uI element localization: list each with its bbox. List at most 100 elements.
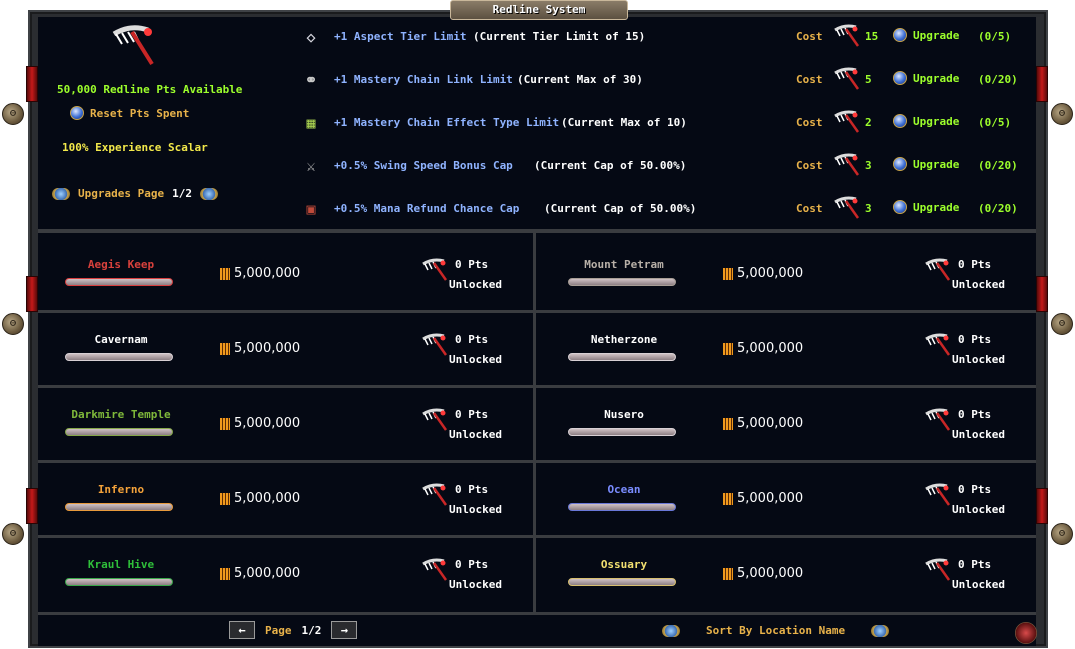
upgrade-row: ◇ +1 Aspect Tier Limit (Current Tier Limit… <box>300 24 1030 48</box>
cost-label: Cost <box>796 73 823 86</box>
location-card[interactable]: Nusero 5,000,000 0 Pts Unlocked <box>541 386 1035 460</box>
upgrade-cost: 2 <box>865 116 872 129</box>
location-gold: 5,000,000 <box>234 566 301 581</box>
upgrade-current: (Current Max of 30) <box>517 73 643 86</box>
location-points: 0 Pts <box>455 483 489 496</box>
next-page-button[interactable]: → <box>331 621 358 639</box>
divider-footer <box>38 612 1036 615</box>
location-gold: 5,000,000 <box>234 341 301 356</box>
location-card[interactable]: Netherzone 5,000,000 0 Pts Unlocked <box>541 311 1035 385</box>
location-gold: 5,000,000 <box>234 416 301 431</box>
location-gold: 5,000,000 <box>737 491 804 506</box>
upgrade-title: +1 Aspect Tier Limit <box>334 30 467 43</box>
location-status: Unlocked <box>449 353 502 366</box>
location-card[interactable]: Ossuary 5,000,000 0 Pts Unlocked <box>541 536 1035 610</box>
right-tab-top <box>1036 66 1048 102</box>
window-title: Redline System <box>450 0 628 20</box>
gem-icon: ◇ <box>306 28 316 46</box>
upgrades-page-value: 1/2 <box>172 187 192 200</box>
location-name: Darkmire Temple <box>71 408 171 421</box>
upgrades-page-label: Upgrades Page <box>78 187 165 200</box>
location-progress-bar <box>568 428 676 436</box>
gold-coins-icon <box>220 268 230 280</box>
upgrade-cost: 15 <box>865 30 879 43</box>
upgrade-button[interactable]: Upgrade <box>893 71 959 85</box>
upgrade-cost: 3 <box>865 202 872 215</box>
location-status: Unlocked <box>952 428 1005 441</box>
location-status: Unlocked <box>952 278 1005 291</box>
right-knob-bottom: ⊖ <box>1051 523 1073 545</box>
location-progress-bar <box>65 353 173 361</box>
globe-icon <box>893 114 907 128</box>
upgrade-current: (Current Cap of 50.00%) <box>534 159 687 172</box>
upgrade-button-label: Upgrade <box>913 71 960 85</box>
location-status: Unlocked <box>952 503 1005 516</box>
right-knob-mid: ⊖ <box>1051 313 1073 335</box>
redline-scythe-icon <box>420 558 450 584</box>
gold-coins-icon <box>723 493 733 505</box>
location-progress-bar <box>568 503 676 511</box>
gold-coins-icon <box>723 268 733 280</box>
globe-icon <box>70 106 84 120</box>
upgrade-current: (Current Max of 10) <box>561 116 687 129</box>
location-name: Inferno <box>97 483 145 496</box>
sword-icon: ⚔ <box>306 157 316 175</box>
left-knob-mid: ⊖ <box>2 313 24 335</box>
upgrade-cost: 3 <box>865 159 872 172</box>
prev-page-button[interactable]: ← <box>229 621 255 639</box>
location-gold: 5,000,000 <box>737 566 804 581</box>
upgrade-row: ▣ +0.5% Mana Refund Chance Cap (Current Ca… <box>300 196 1030 220</box>
left-knob-top: ⊖ <box>2 103 24 125</box>
reset-points-button[interactable]: Reset Pts Spent <box>70 106 189 120</box>
sort-control: Sort By Location Name <box>662 624 890 637</box>
chain-link-icon: ⚭ <box>304 71 318 89</box>
upgrade-row: ⚭ +1 Mastery Chain Link Limit (Current Max… <box>300 67 1030 91</box>
upgrade-cost: 5 <box>865 73 872 86</box>
close-gem-icon[interactable] <box>1015 622 1037 644</box>
upgrade-button[interactable]: Upgrade <box>893 114 959 128</box>
gold-coins-icon <box>220 418 230 430</box>
right-tab-mid <box>1036 276 1048 312</box>
location-card[interactable]: Cavernam 5,000,000 0 Pts Unlocked <box>38 311 532 385</box>
gold-coins-icon <box>220 343 230 355</box>
location-card[interactable]: Inferno 5,000,000 0 Pts Unlocked <box>38 461 532 535</box>
location-gold: 5,000,000 <box>234 266 301 281</box>
upgrade-button-label: Upgrade <box>913 157 960 171</box>
prev-upgrades-page-icon[interactable] <box>52 187 70 200</box>
location-card[interactable]: Kraul Hive 5,000,000 0 Pts Unlocked <box>38 536 532 610</box>
location-points: 0 Pts <box>958 408 992 421</box>
location-progress-bar <box>568 278 676 286</box>
sort-prev-icon[interactable] <box>662 624 680 637</box>
upgrade-button-label: Upgrade <box>913 114 960 128</box>
location-name: Nusero <box>604 408 644 421</box>
upgrade-button-label: Upgrade <box>913 200 960 214</box>
location-card[interactable]: Darkmire Temple 5,000,000 0 Pts Unlocked <box>38 386 532 460</box>
right-knob-top: ⊖ <box>1051 103 1073 125</box>
location-card[interactable]: Mount Petram 5,000,000 0 Pts Unlocked <box>541 236 1035 310</box>
gold-coins-icon <box>220 568 230 580</box>
location-name: Ocean <box>607 483 641 496</box>
upgrade-button[interactable]: Upgrade <box>893 157 959 171</box>
upgrade-button[interactable]: Upgrade <box>893 200 959 214</box>
redline-scythe-icon <box>832 24 862 48</box>
location-points: 0 Pts <box>455 333 489 346</box>
upgrade-title: +1 Mastery Chain Effect Type Limit <box>334 116 560 129</box>
redline-scythe-icon <box>832 196 862 220</box>
page-value: 1/2 <box>301 623 322 637</box>
upgrade-row: ⚔ +0.5% Swing Speed Bonus Cap (Current Cap… <box>300 153 1030 177</box>
experience-scalar: 100% Experience Scalar <box>62 141 208 154</box>
scroll-icon: ▦ <box>306 114 316 132</box>
upgrades-pager: Upgrades Page 1/2 <box>52 187 218 200</box>
location-card[interactable]: Aegis Keep 5,000,000 0 Pts Unlocked <box>38 236 532 310</box>
location-progress-bar <box>568 353 676 361</box>
next-upgrades-page-icon[interactable] <box>199 187 218 200</box>
redline-scythe-icon <box>420 483 450 509</box>
location-progress-bar <box>65 428 173 436</box>
redline-scythe-icon <box>832 110 862 134</box>
sort-next-icon[interactable] <box>871 624 890 637</box>
upgrade-button[interactable]: Upgrade <box>893 28 959 42</box>
location-card[interactable]: Ocean 5,000,000 0 Pts Unlocked <box>541 461 1035 535</box>
globe-icon <box>893 71 907 85</box>
left-tab-top <box>26 66 38 102</box>
location-points: 0 Pts <box>958 483 992 496</box>
